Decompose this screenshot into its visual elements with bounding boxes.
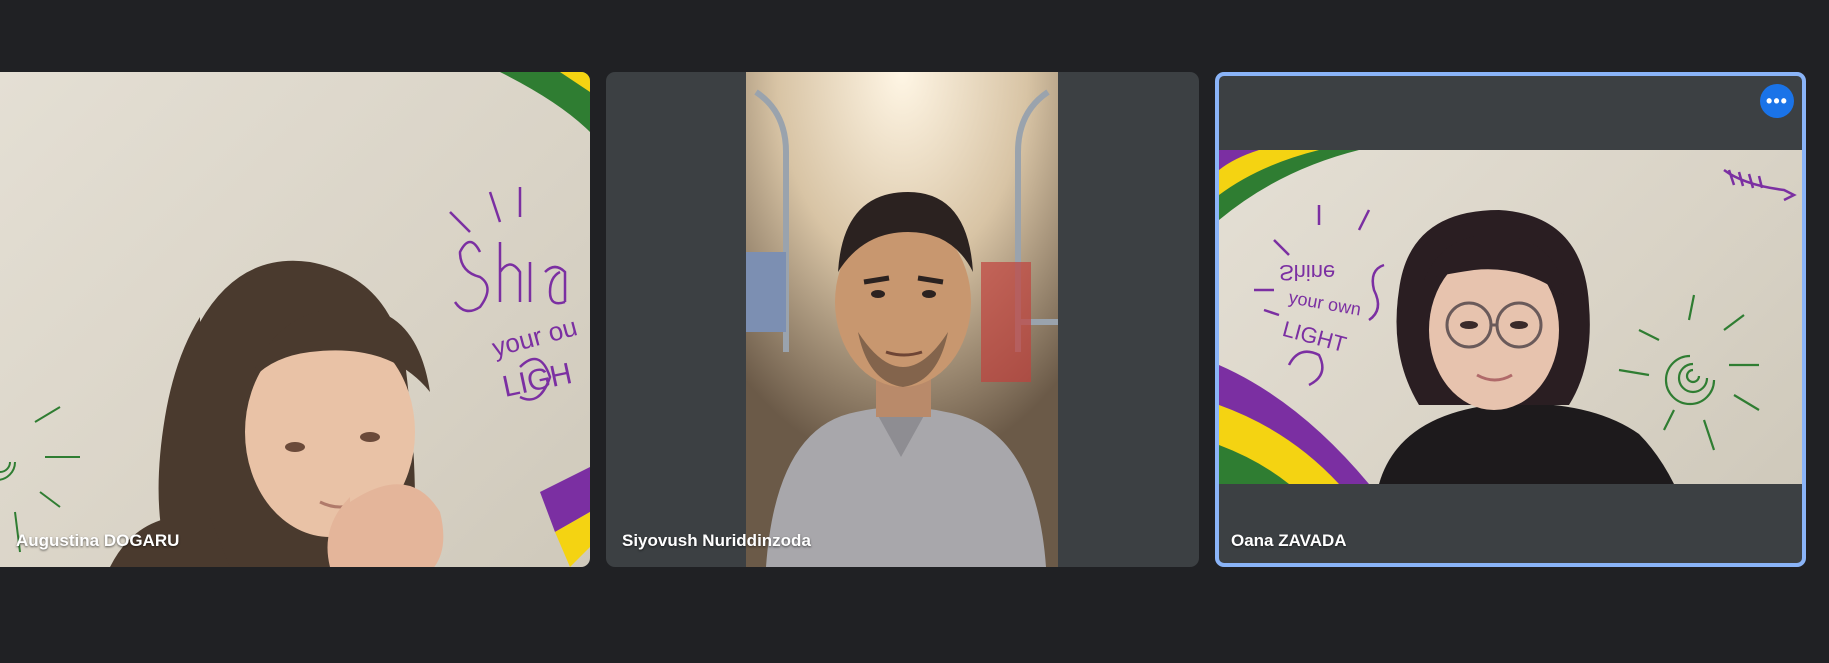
- participant-name: Siyovush Nuriddinzoda: [622, 531, 811, 550]
- svg-text:LIGHT: LIGHT: [1280, 316, 1349, 357]
- virtual-background: your ou LIGH: [0, 72, 590, 567]
- svg-text:your own: your own: [1287, 287, 1362, 319]
- participant-tile-augustina[interactable]: your ou LIGH Augustina DOGARU: [0, 72, 590, 567]
- virtual-background: Shine your own LIGHT: [1219, 150, 1797, 484]
- participant-tile-oana[interactable]: Shine your own LIGHT ••• Oana ZAVADA: [1215, 72, 1806, 567]
- participant-tile-siyovush[interactable]: Siyovush Nuriddinzoda: [606, 72, 1199, 567]
- participant-name: Augustina DOGARU: [16, 531, 180, 550]
- svg-text:LIGH: LIGH: [500, 357, 575, 404]
- video-feed: your ou LIGH: [0, 72, 590, 567]
- camera-image: [746, 72, 1058, 567]
- more-horiz-icon: •••: [1766, 91, 1788, 111]
- participant-name: Oana ZAVADA: [1231, 531, 1347, 550]
- logo-mark: [1723, 168, 1797, 202]
- svg-text:Shine: Shine: [1279, 260, 1335, 285]
- more-options-button[interactable]: •••: [1760, 84, 1794, 118]
- svg-text:your ou: your ou: [489, 311, 581, 362]
- video-feed: Shine your own LIGHT: [1219, 150, 1802, 484]
- video-feed: [746, 72, 1058, 567]
